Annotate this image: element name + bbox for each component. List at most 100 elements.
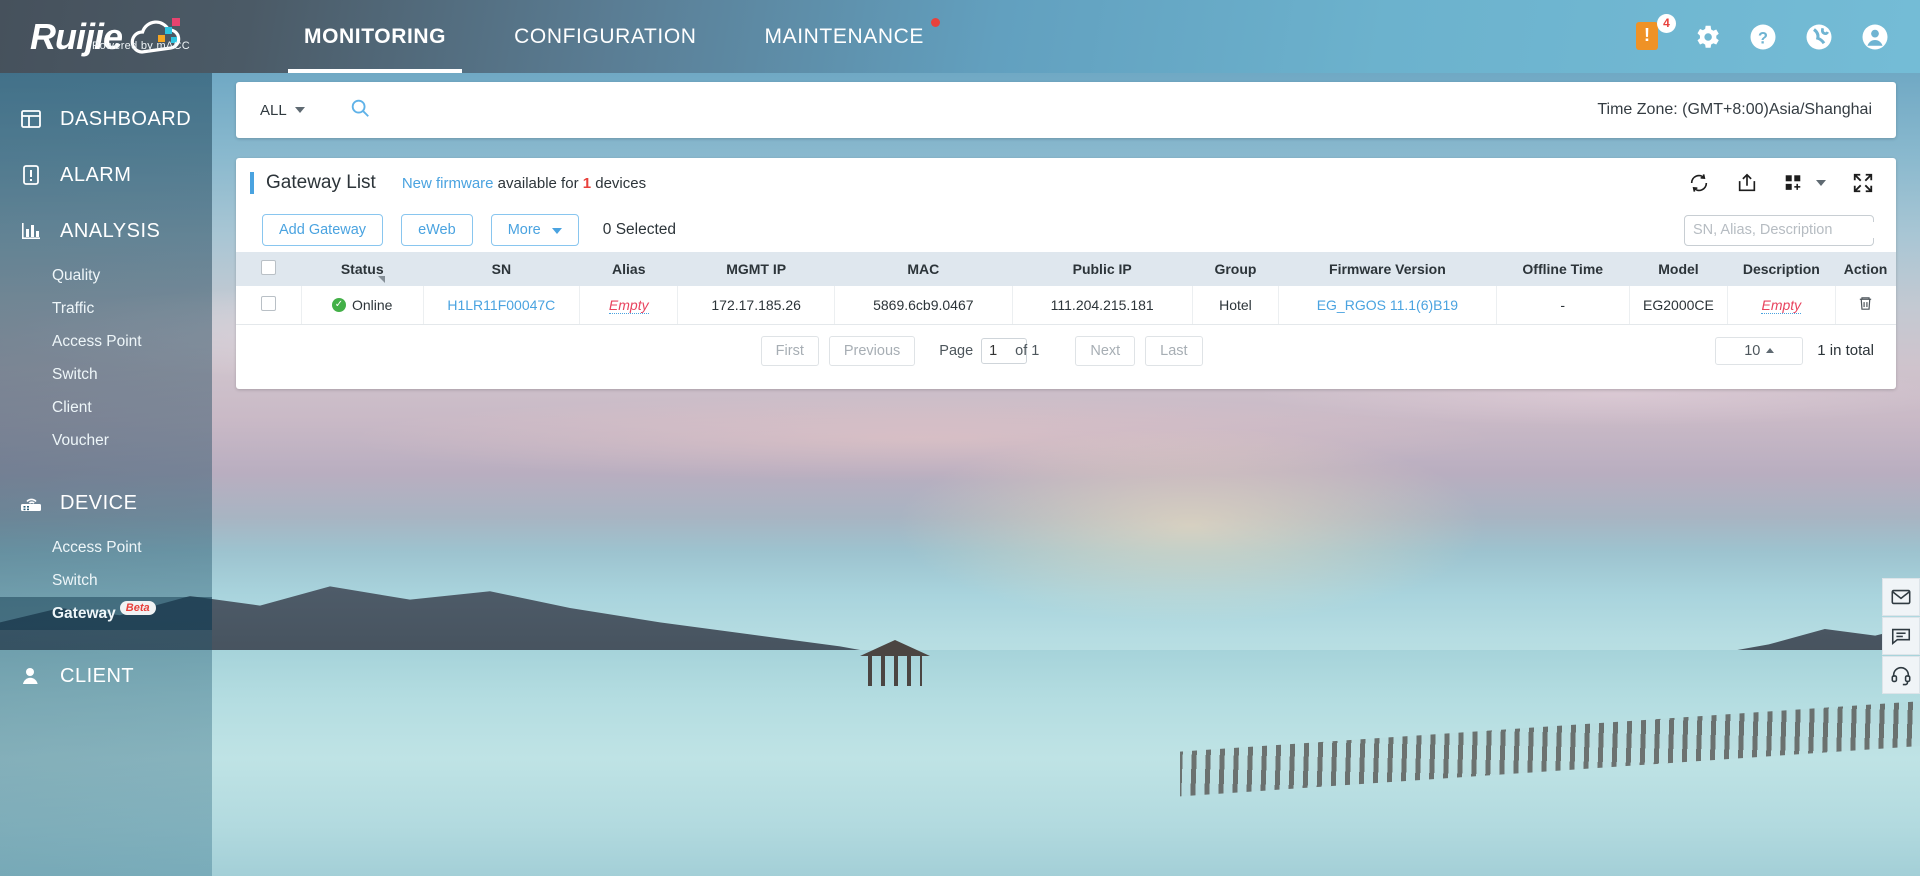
sidebar-item-analysis-quality[interactable]: Quality	[0, 259, 212, 292]
row-description-value[interactable]: Empty	[1761, 297, 1801, 314]
brand-logo[interactable]: Ruijie Powered by mΔCC	[0, 16, 260, 58]
support-headset-button[interactable]	[1882, 656, 1920, 694]
column-status[interactable]: Status	[301, 252, 423, 286]
row-select-cell[interactable]	[236, 286, 301, 324]
sidebar-item-alarm[interactable]: ALARM	[0, 147, 212, 203]
more-button-label: More	[508, 222, 541, 238]
timezone-label: Time Zone: (GMT+8:00)Asia/Shanghai	[1597, 101, 1872, 119]
sidebar-item-device[interactable]: DEVICE	[0, 475, 212, 531]
new-firmware-link[interactable]: New firmware	[402, 175, 494, 192]
row-description-cell[interactable]: Empty	[1728, 286, 1836, 324]
column-group-label: Group	[1214, 261, 1256, 277]
column-model[interactable]: Model	[1629, 252, 1727, 286]
eweb-button[interactable]: eWeb	[401, 214, 473, 246]
first-page-button[interactable]: First	[761, 336, 819, 366]
sidebar-item-analysis-access-point[interactable]: Access Point	[0, 325, 212, 358]
list-toolbar: Add Gateway eWeb More 0 Selected	[236, 208, 1896, 252]
page-size-selector[interactable]: 10	[1715, 337, 1803, 365]
device-icon	[14, 491, 48, 515]
column-mgmt-ip[interactable]: MGMT IP	[678, 252, 835, 286]
sidebar-item-analysis-client[interactable]: Client	[0, 391, 212, 424]
sidebar-item-device-access-point[interactable]: Access Point	[0, 531, 212, 564]
top-header: Ruijie Powered by mΔCC MONITORING CONFIG…	[0, 0, 1920, 73]
table-header-row: Status SN Alias MGMT IP MAC Public IP Gr…	[236, 252, 1896, 286]
select-all-header[interactable]	[236, 252, 301, 286]
fullscreen-icon[interactable]	[1852, 172, 1874, 194]
more-button[interactable]: More	[491, 214, 579, 246]
sidebar: DASHBOARD ALARM ANALYSIS Quality Traffic…	[0, 73, 212, 876]
column-public-ip-label: Public IP	[1073, 261, 1132, 277]
last-page-button[interactable]: Last	[1145, 336, 1202, 366]
sidebar-label-analysis-switch: Switch	[52, 366, 98, 384]
nav-monitoring[interactable]: MONITORING	[270, 0, 480, 73]
scope-dropdown[interactable]: ALL	[260, 102, 305, 119]
column-mac[interactable]: MAC	[834, 252, 1012, 286]
pagination-right: 10 1 in total	[1715, 337, 1874, 365]
row-firmware-link[interactable]: EG_RGOS 11.1(6)B19	[1317, 297, 1458, 313]
sidebar-item-client[interactable]: CLIENT	[0, 648, 212, 704]
alert-icon: !	[1636, 22, 1658, 50]
row-sn-cell[interactable]: H1LR11F00047C	[423, 286, 580, 324]
column-description[interactable]: Description	[1728, 252, 1836, 286]
sidebar-item-analysis-voucher[interactable]: Voucher	[0, 424, 212, 457]
sidebar-item-device-gateway[interactable]: Gateway Beta	[0, 597, 212, 630]
column-alias[interactable]: Alias	[580, 252, 678, 286]
export-icon[interactable]	[1736, 172, 1758, 194]
list-search-box[interactable]	[1684, 215, 1874, 246]
sidebar-label-device-ap: Access Point	[52, 539, 142, 557]
next-page-button[interactable]: Next	[1075, 336, 1135, 366]
sidebar-item-device-switch[interactable]: Switch	[0, 564, 212, 597]
column-firmware-label: Firmware Version	[1329, 261, 1446, 277]
settings-button[interactable]	[1692, 22, 1722, 52]
row-sn-link[interactable]: H1LR11F00047C	[447, 297, 555, 313]
sidebar-label-gateway: Gateway	[52, 605, 116, 623]
pier-hut	[860, 640, 930, 686]
nav-maintenance[interactable]: MAINTENANCE	[731, 0, 958, 73]
mail-button[interactable]	[1882, 578, 1920, 616]
row-public-ip-cell: 111.204.215.181	[1012, 286, 1192, 324]
add-gateway-button[interactable]: Add Gateway	[262, 214, 383, 246]
select-all-checkbox[interactable]	[261, 260, 276, 275]
column-offline-time[interactable]: Offline Time	[1496, 252, 1629, 286]
row-status-label: Online	[352, 297, 392, 313]
sidebar-item-dashboard[interactable]: DASHBOARD	[0, 91, 212, 147]
svg-text:?: ?	[1758, 29, 1768, 47]
sidebar-label-device: DEVICE	[60, 492, 137, 515]
row-alias-cell[interactable]: Empty	[580, 286, 678, 324]
feedback-button[interactable]	[1882, 617, 1920, 655]
column-public-ip[interactable]: Public IP	[1012, 252, 1192, 286]
row-firmware-cell[interactable]: EG_RGOS 11.1(6)B19	[1279, 286, 1496, 324]
sidebar-label-client: CLIENT	[60, 665, 134, 688]
panel-action-icons	[1688, 172, 1874, 194]
help-button[interactable]: ?	[1748, 22, 1778, 52]
alert-button[interactable]: ! 4	[1636, 22, 1666, 52]
nav-configuration[interactable]: CONFIGURATION	[480, 0, 730, 73]
sidebar-label-quality: Quality	[52, 267, 100, 285]
gateway-table: Status SN Alias MGMT IP MAC Public IP Gr…	[236, 252, 1896, 325]
nav-monitoring-label: MONITORING	[304, 25, 446, 49]
table-row[interactable]: ✓ Online H1LR11F00047C Empty 172.17.185.…	[236, 286, 1896, 324]
delete-icon[interactable]	[1857, 295, 1874, 312]
row-checkbox[interactable]	[261, 296, 276, 311]
language-button[interactable]	[1804, 22, 1834, 52]
sidebar-label-analysis-client: Client	[52, 399, 92, 417]
filter-search-icon[interactable]	[349, 97, 371, 124]
refresh-icon[interactable]	[1688, 172, 1710, 194]
sidebar-item-analysis-traffic[interactable]: Traffic	[0, 292, 212, 325]
column-firmware-version[interactable]: Firmware Version	[1279, 252, 1496, 286]
sidebar-label-traffic: Traffic	[52, 300, 94, 318]
sidebar-item-analysis[interactable]: ANALYSIS	[0, 203, 212, 259]
page-total-label: of 1	[1015, 343, 1039, 359]
previous-page-button[interactable]: Previous	[829, 336, 915, 366]
column-sn-label: SN	[492, 261, 511, 277]
list-search-input[interactable]	[1693, 222, 1880, 238]
columns-icon[interactable]	[1784, 172, 1826, 194]
column-sn[interactable]: SN	[423, 252, 580, 286]
sidebar-label-alarm: ALARM	[60, 164, 131, 187]
user-account-button[interactable]	[1860, 22, 1890, 52]
row-alias-value[interactable]: Empty	[609, 297, 649, 314]
row-action-cell[interactable]	[1835, 286, 1896, 324]
logo-tagline: Powered by mΔCC	[92, 40, 190, 52]
column-group[interactable]: Group	[1192, 252, 1279, 286]
sidebar-item-analysis-switch[interactable]: Switch	[0, 358, 212, 391]
